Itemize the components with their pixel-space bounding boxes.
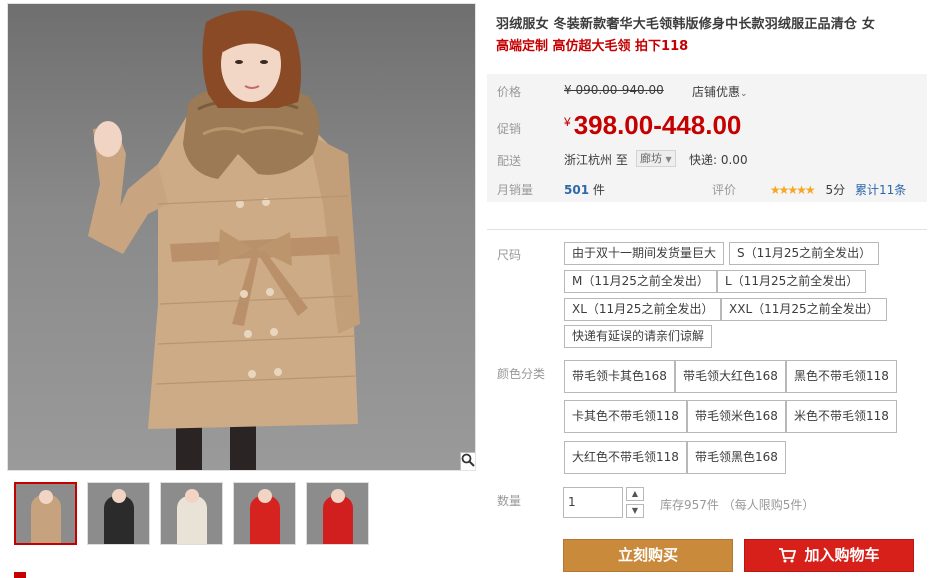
color-option-beige-fur[interactable]: 带毛领米色168	[687, 400, 786, 433]
monthly-sales-label: 月销量	[497, 183, 534, 197]
ship-from-city: 浙江杭州	[564, 153, 613, 167]
thumbnail-beige[interactable]	[160, 482, 223, 545]
thumbnail-red[interactable]	[306, 482, 369, 545]
promo-price: ¥398.00-448.00	[564, 110, 741, 141]
shop-promo-dropdown[interactable]: 店铺优惠⌄	[692, 83, 748, 100]
promo-label: 促销	[497, 122, 522, 136]
size-option-xxl[interactable]: XXL（11月25之前全发出）	[721, 298, 887, 321]
thumbnail-figure	[322, 496, 353, 544]
ship-from: 浙江杭州 至	[564, 151, 628, 168]
add-to-cart-label: 加入购物车	[804, 546, 880, 564]
caret-down-icon: ▼	[631, 506, 639, 515]
main-product-photo[interactable]	[7, 3, 476, 471]
magnifier-icon	[461, 453, 475, 467]
product-header: 羽绒服女 冬装新款奢华大毛领韩版修身中长款羽绒服正品清仓 女 高端定制 高仿超大…	[496, 14, 926, 58]
ship-to-city: 廊坊	[640, 152, 662, 165]
size-option-l[interactable]: L（11月25之前全发出）	[717, 270, 867, 293]
original-price: ¥ 090.00-940.00	[564, 83, 664, 97]
size-option-notice[interactable]: 由于双十一期间发货量巨大	[564, 242, 725, 265]
thumbnail-strip	[14, 482, 369, 545]
model-illustration	[88, 10, 360, 470]
thumbnail-head	[111, 489, 126, 503]
thumbnail-head	[257, 489, 272, 503]
monthly-sales: 501 件	[564, 181, 605, 198]
zoom-button[interactable]	[460, 452, 475, 470]
rating-score: 5分	[825, 183, 846, 197]
monthly-sales-unit: 件	[592, 183, 605, 197]
quantity-label: 数量	[497, 494, 522, 508]
monthly-sales-count: 501	[564, 183, 590, 197]
delivery-label: 配送	[497, 154, 522, 168]
size-option-m[interactable]: M（11月25之前全发出）	[564, 270, 717, 293]
buy-now-button[interactable]: 立刻购买	[563, 539, 733, 572]
thumbnail-black[interactable]	[87, 482, 150, 545]
thumbnail-figure	[103, 496, 134, 544]
stock-info: 库存957件 （每人限购5件）	[660, 498, 815, 512]
add-to-cart-button[interactable]: 加入购物车	[744, 539, 914, 572]
color-option-black-no-fur[interactable]: 黑色不带毛领118	[786, 360, 897, 393]
color-option-khaki-fur[interactable]: 带毛领卡其色168	[564, 360, 675, 393]
thumbnail-figure	[176, 496, 207, 544]
share-icon[interactable]	[14, 572, 26, 578]
thumbnail-head	[330, 489, 345, 503]
price-label: 价格	[497, 85, 522, 99]
quantity-input[interactable]: 1	[563, 487, 623, 518]
size-option-s[interactable]: S（11月25之前全发出）	[729, 242, 880, 265]
caret-down-icon: ▼	[665, 155, 672, 164]
quantity-decrease-button[interactable]: ▼	[626, 504, 644, 518]
color-label: 颜色分类	[497, 367, 546, 381]
color-option-khaki-no-fur[interactable]: 卡其色不带毛领118	[564, 400, 687, 433]
cart-icon	[779, 548, 797, 563]
thumbnail-head	[184, 489, 199, 503]
color-option-red-fur[interactable]: 带毛领大红色168	[675, 360, 786, 393]
review-label: 评价	[712, 183, 737, 197]
thumbnail-head	[38, 490, 53, 504]
caret-up-icon: ▲	[631, 489, 639, 498]
chevron-down-icon: ⌄	[740, 89, 748, 99]
review-count-link[interactable]: 累计11条	[855, 183, 906, 197]
ship-to-select[interactable]: 廊坊 ▼	[636, 150, 676, 167]
shop-promo-label: 店铺优惠	[692, 85, 741, 99]
product-title: 羽绒服女 冬装新款奢华大毛领韩版修身中长款羽绒服正品清仓 女	[496, 17, 876, 32]
shipping-fee: 快递: 0.00	[689, 153, 748, 167]
quantity-increase-button[interactable]: ▲	[626, 487, 644, 501]
promo-price-value: 398.00-448.00	[573, 110, 742, 140]
product-subtitle: 高端定制 高仿超大毛领 拍下118	[496, 39, 689, 54]
size-option-xl[interactable]: XL（11月25之前全发出）	[564, 298, 722, 321]
star-rating-icon: ★★★★★	[769, 183, 816, 197]
share-favorite-bar	[14, 572, 474, 578]
divider	[487, 229, 927, 230]
rating: 评价 ★★★★★ 5分 累计11条	[712, 181, 906, 198]
size-option-delay-notice[interactable]: 快递有延误的请亲们谅解	[564, 325, 713, 348]
color-option-black-fur[interactable]: 带毛领黑色168	[687, 441, 786, 474]
color-option-red-no-fur[interactable]: 大红色不带毛领118	[564, 441, 687, 474]
color-option-beige-no-fur[interactable]: 米色不带毛领118	[786, 400, 897, 433]
ship-to-prefix: 至	[615, 153, 628, 167]
thumbnail-red-fur[interactable]	[233, 482, 296, 545]
size-label: 尺码	[497, 248, 522, 262]
currency-symbol: ¥	[564, 115, 571, 129]
thumbnail-khaki[interactable]	[14, 482, 77, 545]
thumbnail-figure	[249, 496, 280, 544]
